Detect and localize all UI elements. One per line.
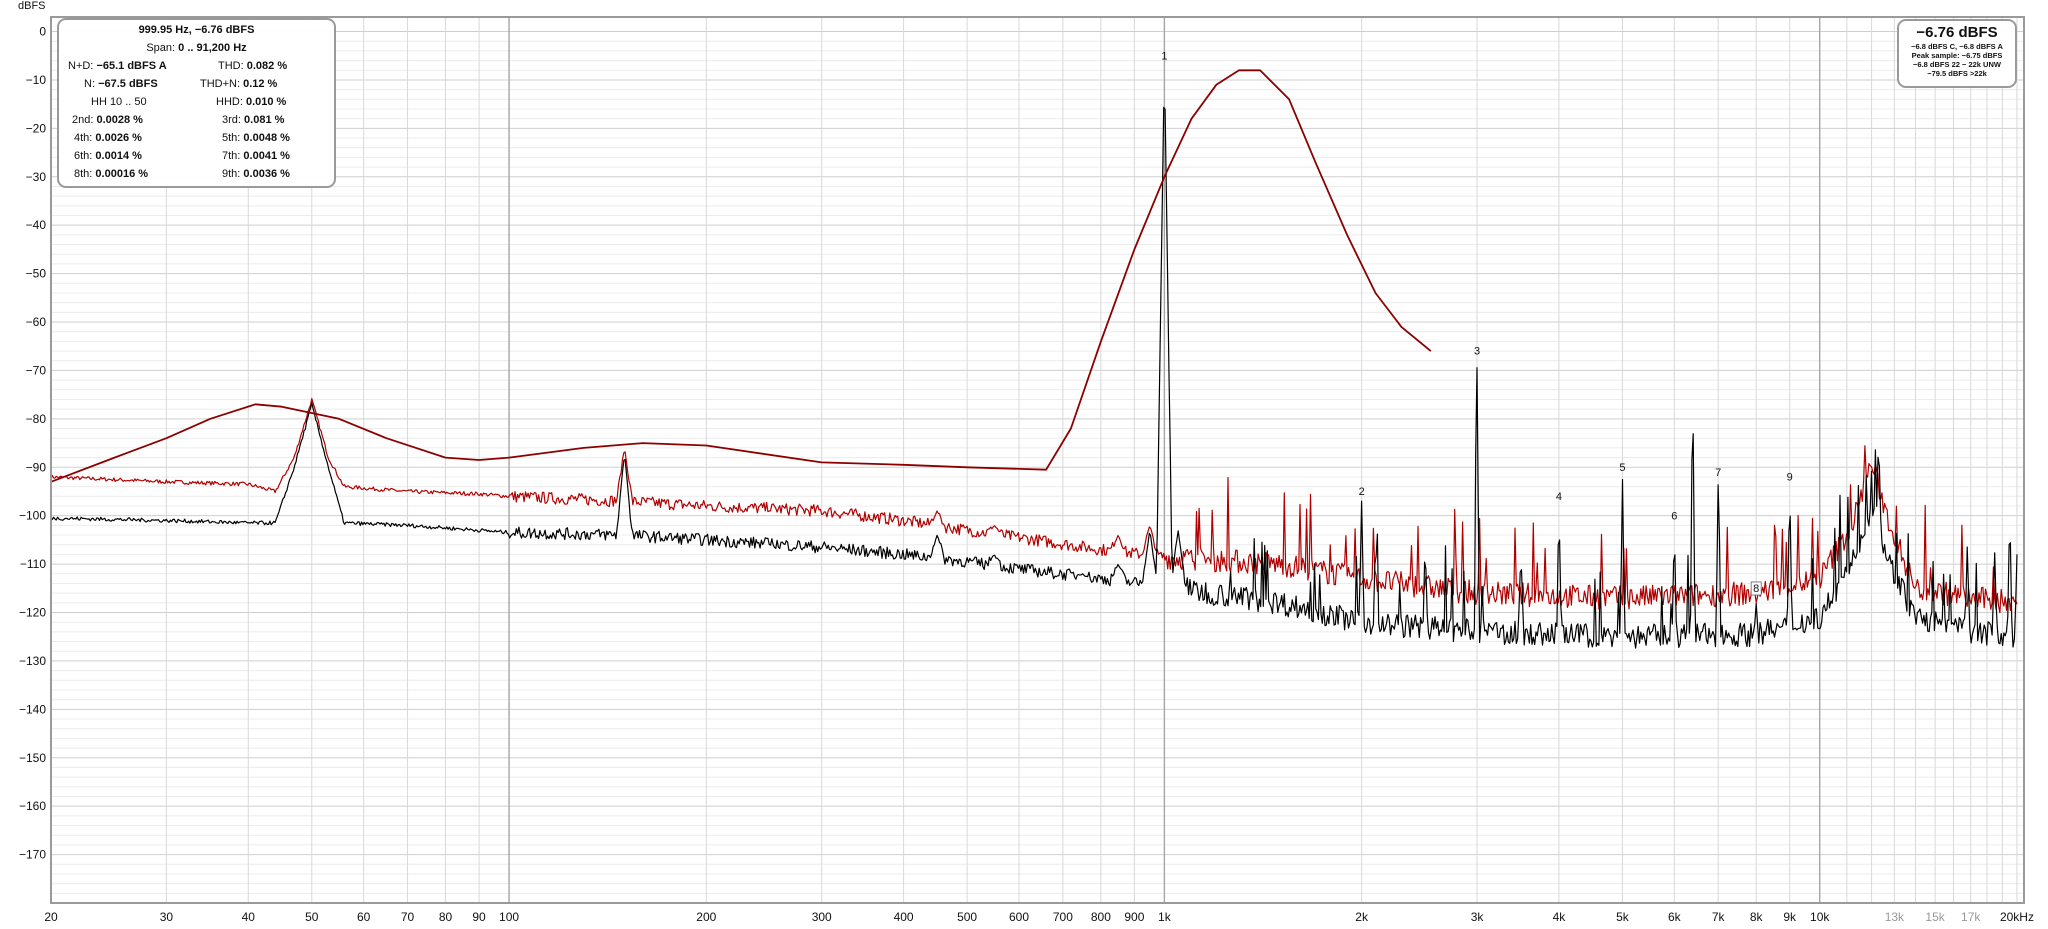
h5-value: 0.0048 % xyxy=(243,132,290,144)
y-axis-unit-label: dBFS xyxy=(18,0,46,12)
y-tick-label: 0 xyxy=(39,25,46,39)
harmonic-label: 6 xyxy=(1671,510,1677,522)
span-label: Span: xyxy=(146,42,176,54)
y-tick-label: −130 xyxy=(19,654,46,668)
h4-label: 4th: xyxy=(74,132,93,144)
harmonic-label: 2 xyxy=(1359,486,1365,498)
thdn-value: 0.12 % xyxy=(243,78,278,90)
y-tick-label: −110 xyxy=(20,557,46,571)
nd-label: N+D: xyxy=(68,60,94,72)
spectrum-series xyxy=(50,106,2018,649)
harmonic-label: 4 xyxy=(1556,491,1562,503)
h3-label: 3rd: xyxy=(222,114,241,126)
x-tick-label: 7k xyxy=(1712,910,1726,924)
y-tick-label: −90 xyxy=(26,460,47,474)
x-tick-label: 60 xyxy=(357,910,371,924)
y-tick-label: −150 xyxy=(19,751,46,765)
y-tick-label: −160 xyxy=(19,799,46,813)
n-value: −67.5 dBFS xyxy=(98,78,158,90)
harmonic-label: 8 xyxy=(1753,583,1759,595)
y-tick-label: −170 xyxy=(19,848,46,862)
h9-label: 9th: xyxy=(222,168,241,180)
x-tick-label: 70 xyxy=(401,910,415,924)
x-tick-label: 300 xyxy=(812,910,832,924)
h3-value: 0.081 % xyxy=(244,114,285,126)
x-tick-label: 10k xyxy=(1810,910,1830,924)
h2-value: 0.0028 % xyxy=(96,114,143,126)
x-tick-label: 9k xyxy=(1783,910,1797,924)
harmonic-label: 1 xyxy=(1161,50,1167,62)
h6-value: 0.0014 % xyxy=(95,150,142,162)
x-tick-label: 20 xyxy=(44,910,58,924)
h2-label: 2nd: xyxy=(72,114,94,126)
y-tick-label: −10 xyxy=(26,73,47,87)
h7-label: 7th: xyxy=(222,150,241,162)
x-tick-label: 40 xyxy=(242,910,256,924)
x-tick-label: 5k xyxy=(1616,910,1630,924)
plot-frame xyxy=(50,16,2025,904)
h6-label: 6th: xyxy=(74,150,93,162)
x-tick-label: 4k xyxy=(1553,910,1567,924)
h8-label: 8th: xyxy=(74,168,93,180)
harmonic-label: 9 xyxy=(1787,472,1793,484)
harmonic-label: 7 xyxy=(1715,467,1721,479)
x-tick-label: 200 xyxy=(696,910,716,924)
span-value: 0 .. 91,200 Hz xyxy=(178,42,247,54)
unweighted-readout: −6.8 dBFS 22 − 22k UNW xyxy=(1913,60,2001,69)
x-tick-label: 17k xyxy=(1961,910,1981,924)
x-tick-label: 500 xyxy=(957,910,977,924)
x-tick-label: 800 xyxy=(1091,910,1111,924)
thd-label: THD: xyxy=(218,60,244,72)
level-readout-panel[interactable]: −6.76 dBFS −6.8 dBFS C, −6.8 dBFS A Peak… xyxy=(1897,19,2017,88)
h9-value: 0.0036 % xyxy=(243,168,290,180)
x-tick-label: 50 xyxy=(305,910,319,924)
y-tick-label: −80 xyxy=(26,412,47,426)
y-tick-label: −20 xyxy=(26,121,47,135)
x-tick-label: 2k xyxy=(1355,910,1369,924)
x-tick-label: 13k xyxy=(1885,910,1905,924)
y-tick-label: −50 xyxy=(26,267,47,281)
x-tick-label: 15k xyxy=(1925,910,1945,924)
nd-value: −65.1 dBFS A xyxy=(96,60,167,72)
x-tick-label: 3k xyxy=(1471,910,1485,924)
x-tick-label: 8k xyxy=(1750,910,1764,924)
x-tick-label: 20kHz xyxy=(2000,910,2034,924)
h7-value: 0.0041 % xyxy=(243,150,290,162)
x-tick-label: 90 xyxy=(472,910,486,924)
level-value: −6.76 dBFS xyxy=(1916,24,1998,41)
plot-grid xyxy=(50,17,2024,903)
hhd-label: HHD: xyxy=(216,96,243,108)
x-tick-label: 6k xyxy=(1668,910,1682,924)
x-tick-label: 400 xyxy=(894,910,914,924)
statistics-panel[interactable]: 999.95 Hz, −6.76 dBFS Span: 0 .. 91,200 … xyxy=(57,18,336,188)
hh-label: HH 10 .. 50 xyxy=(91,96,147,108)
harmonic-label: 5 xyxy=(1619,462,1625,474)
x-tick-label: 600 xyxy=(1009,910,1029,924)
frequency-readout: 999.95 Hz, −6.76 dBFS xyxy=(138,24,255,36)
y-tick-label: −40 xyxy=(26,218,47,232)
h8-value: 0.00016 % xyxy=(95,168,149,180)
y-tick-label: −70 xyxy=(26,363,47,377)
ultrasonic-readout: −79.5 dBFS >22k xyxy=(1927,69,1987,78)
y-tick-label: −100 xyxy=(19,509,46,523)
x-tick-label: 1k xyxy=(1158,910,1172,924)
x-tick-label: 80 xyxy=(439,910,453,924)
level-weighted-readout: −6.8 dBFS C, −6.8 dBFS A xyxy=(1911,42,2003,51)
thd-value: 0.082 % xyxy=(246,60,288,72)
h5-label: 5th: xyxy=(222,132,241,144)
x-tick-label: 30 xyxy=(160,910,174,924)
h4-value: 0.0026 % xyxy=(95,132,142,144)
y-tick-label: −30 xyxy=(26,170,47,184)
x-tick-label: 100 xyxy=(499,910,519,924)
x-tick-label: 900 xyxy=(1124,910,1144,924)
y-tick-label: −120 xyxy=(19,606,46,620)
peak-sample-readout: Peak sample: −6.75 dBFS xyxy=(1911,51,2003,60)
thdn-label: THD+N: xyxy=(200,78,241,90)
n-label: N: xyxy=(84,78,95,90)
harmonic-label: 3 xyxy=(1474,346,1480,358)
hhd-value: 0.010 % xyxy=(245,96,287,108)
x-tick-label: 700 xyxy=(1053,910,1073,924)
y-tick-label: −140 xyxy=(19,702,46,716)
y-tick-label: −60 xyxy=(26,315,47,329)
